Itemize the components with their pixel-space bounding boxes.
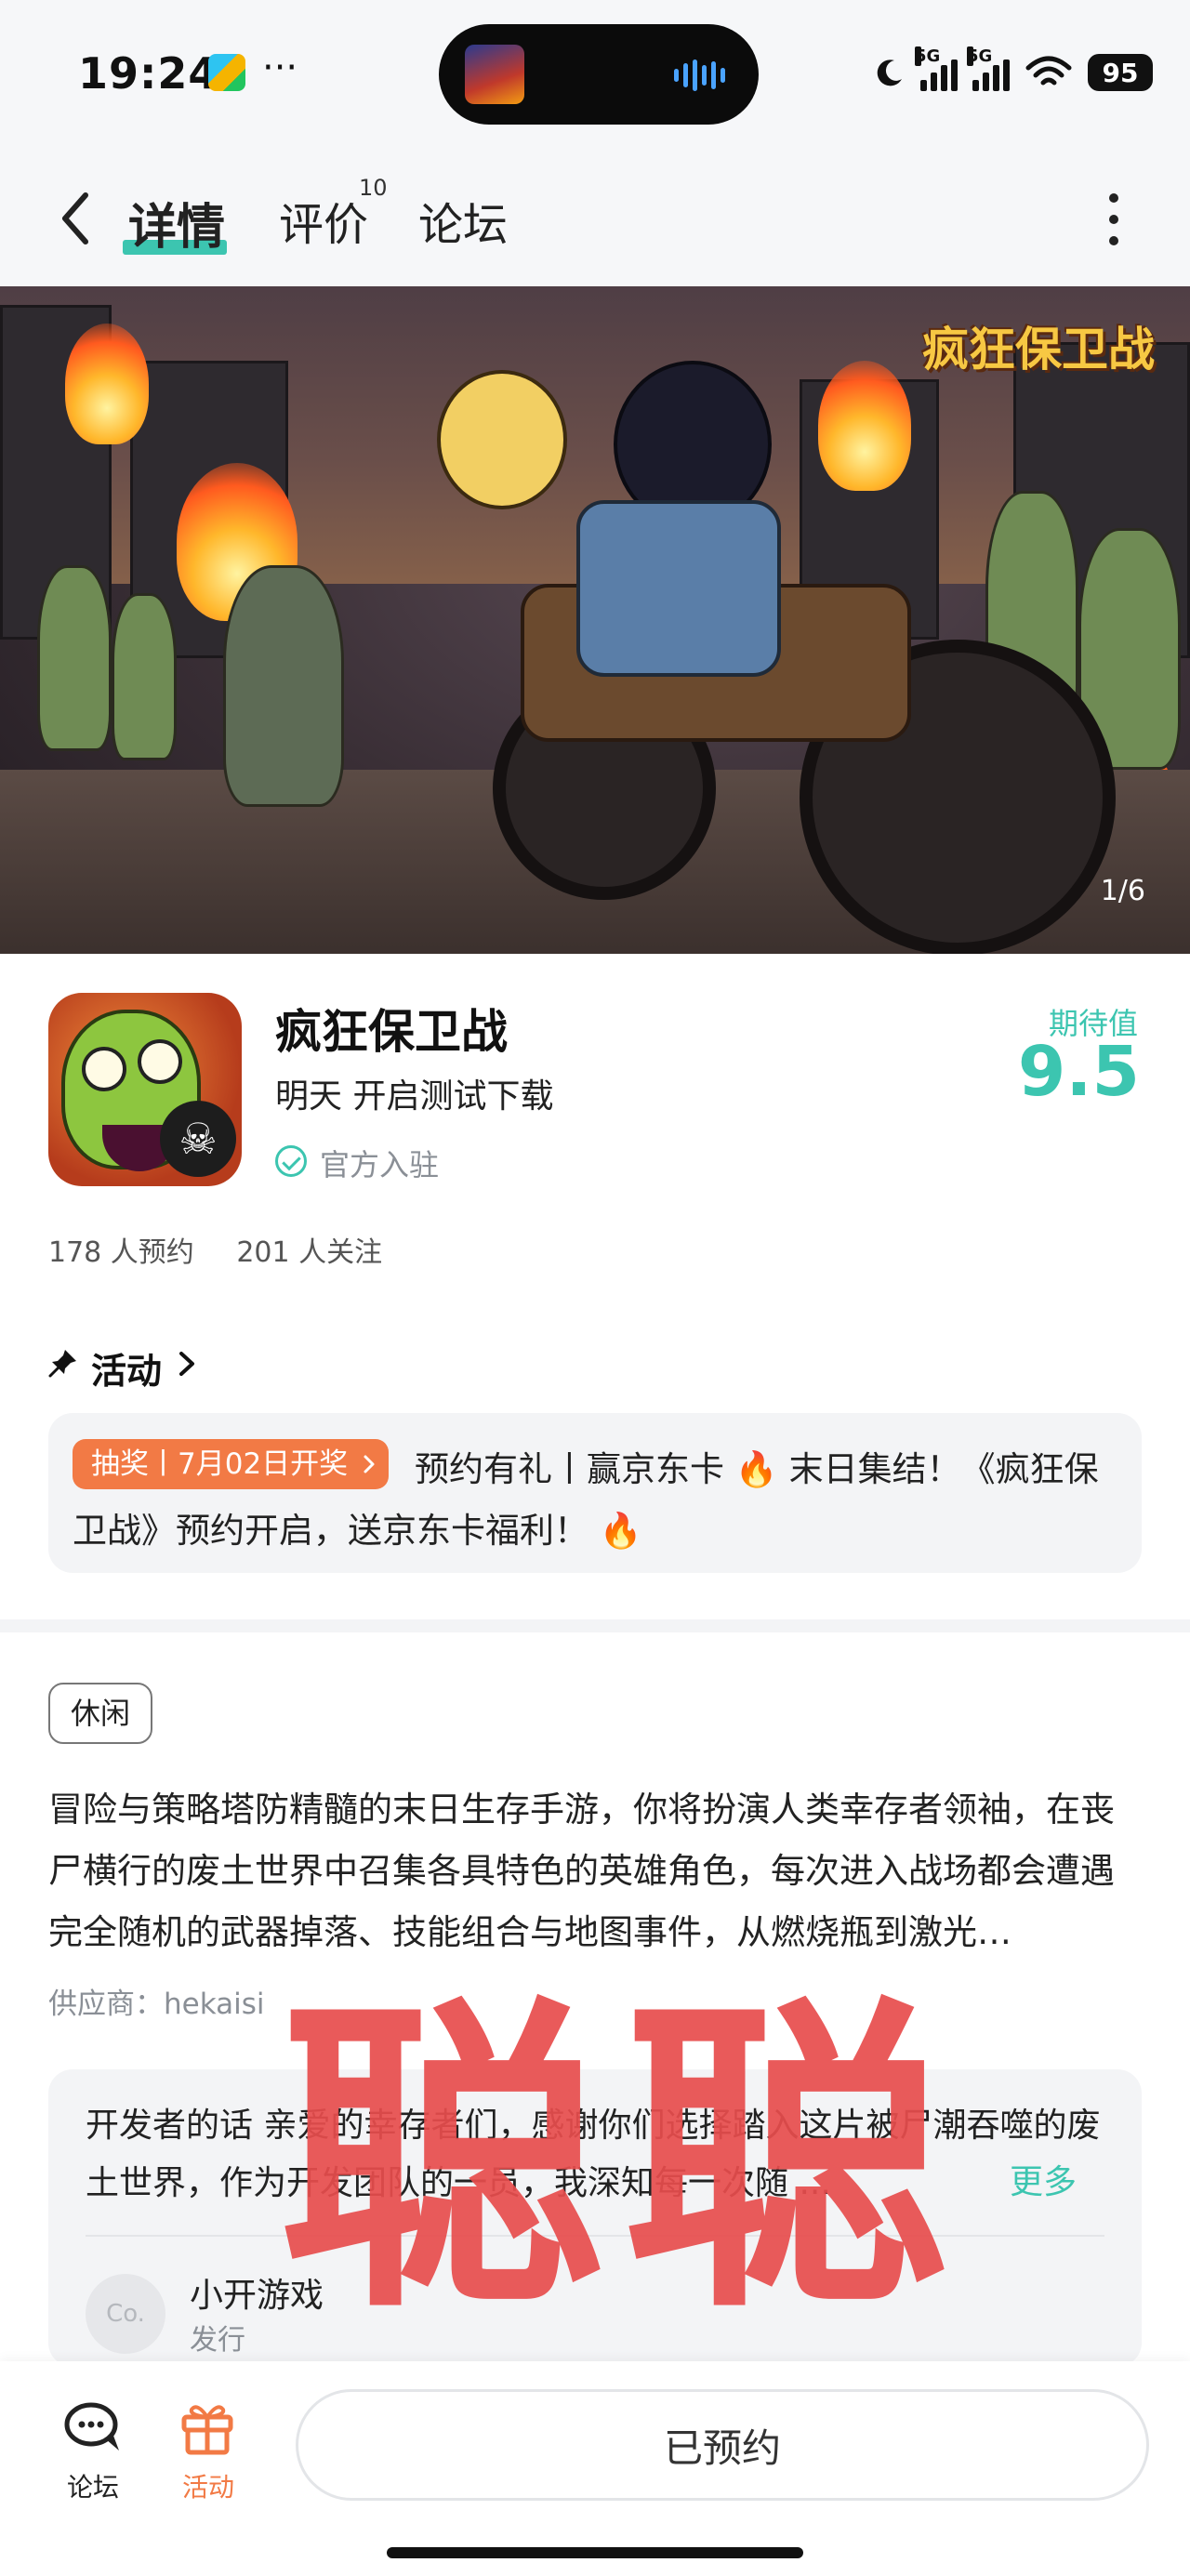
- hero-blonde: [437, 370, 567, 509]
- chevron-right-icon[interactable]: [177, 1350, 197, 1378]
- zombie-eye: [138, 1039, 182, 1084]
- gift-icon[interactable]: [178, 2398, 236, 2456]
- fire: [65, 324, 149, 444]
- supplier-info: 供应商：hekaisi: [48, 1988, 265, 2021]
- media-thumbnail: [465, 45, 524, 104]
- signal-label-2: 5G: [967, 46, 993, 66]
- status-time: 19:24: [78, 48, 219, 99]
- hero-armor: [576, 500, 781, 677]
- more-options-icon[interactable]: [1108, 193, 1119, 245]
- tab-details[interactable]: 详情: [128, 188, 225, 258]
- back-arrow-icon[interactable]: [54, 186, 99, 251]
- section-divider: [0, 1619, 1190, 1632]
- battery-icon: 95: [1088, 54, 1153, 91]
- developer-role: 发行: [190, 2324, 245, 2357]
- moon-icon: [877, 59, 902, 86]
- pin-icon: [48, 1350, 76, 1378]
- verified-check-icon: [275, 1145, 307, 1177]
- audio-wave-icon: [674, 59, 725, 91]
- more-link[interactable]: 更多: [999, 2155, 1077, 2203]
- app-notification-icon: [208, 54, 245, 91]
- review-count-badge: 10: [359, 175, 388, 201]
- game-stats: 178 人预约 201 人关注: [48, 1229, 416, 1270]
- bottom-action-bar: 论坛 活动 已预约: [0, 2361, 1190, 2576]
- zombie: [112, 593, 177, 760]
- activity-section-title[interactable]: 活动: [91, 1342, 162, 1394]
- developer-avatar[interactable]: Co.: [86, 2274, 165, 2354]
- tab-forum[interactable]: 论坛: [418, 188, 508, 253]
- expectation-score: 9.5: [1017, 1032, 1140, 1112]
- nav-forum-label[interactable]: 论坛: [67, 2467, 119, 2504]
- developer-words-card[interactable]: 开发者的话 亲爱的幸存者们，感谢你们选择踏入这片被尸潮吞噬的废土世界，作为开发团…: [48, 2069, 1142, 2367]
- lottery-tag-label: 抽奖丨7月02日开奖: [91, 1447, 349, 1481]
- signal-label: 5G: [915, 46, 941, 66]
- top-nav-header: 详情 评价 10 论坛: [0, 149, 1190, 286]
- tab-reviews[interactable]: 评价: [279, 188, 368, 253]
- zombie-eye: [82, 1047, 126, 1091]
- home-indicator[interactable]: [387, 2547, 803, 2558]
- game-app-icon: ☠: [48, 993, 242, 1186]
- reservation-count: 178 人预约: [48, 1236, 194, 1269]
- official-badge-text: 官方入驻: [320, 1147, 440, 1182]
- developer-words: 开发者的话 亲爱的幸存者们，感谢你们选择踏入这片被尸潮吞噬的废土世界，作为开发团…: [86, 2097, 1104, 2213]
- release-status: 明天 开启测试下载: [275, 1077, 554, 1116]
- status-bar: 19:24 ··· 5G 5G 95: [0, 0, 1190, 149]
- activity-card[interactable]: 预约有礼丨赢京东卡 🔥 末日集结！《疯狂保卫战》预约开启，送京东卡福利！ 🔥 抽…: [48, 1413, 1142, 1573]
- game-title: 疯狂保卫战: [275, 1005, 508, 1059]
- signal-icon: 5G: [915, 46, 958, 91]
- chevron-right-icon: [364, 1455, 375, 1473]
- zombie: [223, 565, 344, 807]
- dynamic-island[interactable]: [439, 24, 759, 125]
- signal-icon-2: 5G: [967, 46, 1010, 91]
- carousel-page-counter: 1/6: [1100, 875, 1145, 907]
- nav-activity-label[interactable]: 活动: [182, 2467, 234, 2504]
- status-more-dots: ···: [262, 46, 298, 89]
- skull-bomb-icon: ☠: [160, 1101, 236, 1177]
- forum-chat-icon[interactable]: [63, 2400, 125, 2456]
- developer-words-heading: 开发者的话: [86, 2107, 254, 2145]
- wifi-icon: [1025, 56, 1072, 86]
- fire: [818, 361, 911, 491]
- follower-count: 201 人关注: [236, 1236, 383, 1269]
- zombie: [37, 565, 112, 751]
- banner-game-logo: 疯狂保卫战: [922, 323, 1155, 376]
- genre-tag[interactable]: 休闲: [48, 1683, 153, 1744]
- developer-name[interactable]: 小开游戏: [190, 2268, 324, 2317]
- reserved-button[interactable]: 已预约: [296, 2389, 1149, 2501]
- screenshot-carousel[interactable]: 疯狂保卫战 1/6: [0, 286, 1190, 954]
- card-divider: [86, 2235, 1104, 2237]
- lottery-tag[interactable]: 抽奖丨7月02日开奖: [73, 1439, 390, 1489]
- game-description[interactable]: 冒险与策略塔防精髓的末日生存手游，你将扮演人类幸存者领袖，在丧尸横行的废土世界中…: [48, 1779, 1142, 1963]
- status-indicators: 5G 5G 95: [874, 45, 1153, 100]
